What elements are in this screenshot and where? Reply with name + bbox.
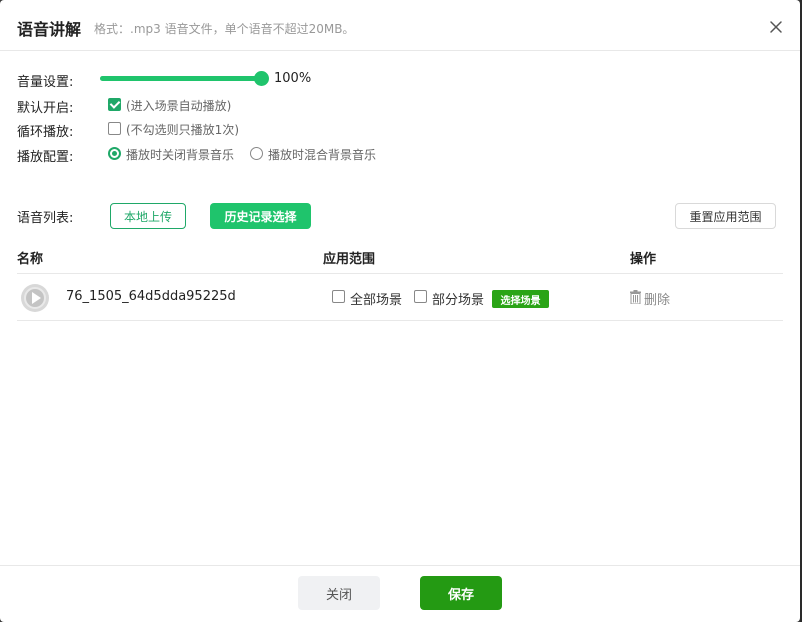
playback-radio-close-bgm[interactable] [108,147,121,160]
dialog-header: 语音讲解 格式：.mp3 语音文件，单个语音不超过20MB。 [0,0,800,51]
all-scenes-label[interactable]: 全部场景 [350,289,402,308]
column-header-actions: 操作 [630,252,657,267]
volume-slider-thumb[interactable] [254,71,269,86]
loop-label: 循环播放: [17,125,74,140]
dialog-title: 语音讲解 [17,20,82,39]
autoplay-checkbox[interactable] [108,98,121,111]
table-row-divider [17,320,783,321]
voice-guide-dialog: 语音讲解 格式：.mp3 语音文件，单个语音不超过20MB。 音量设置: 100… [0,0,800,622]
reset-scope-button[interactable]: 重置应用范围 [675,203,776,229]
volume-slider-fill [100,76,260,81]
partial-scenes-checkbox[interactable] [414,290,427,303]
trash-icon[interactable] [630,290,641,304]
select-scene-button[interactable]: 选择场景 [492,290,549,308]
volume-value: 100% [274,71,312,86]
playback-option-mix-bgm[interactable]: 播放时混合背景音乐 [268,146,376,163]
dialog-footer [0,565,800,622]
save-button[interactable]: 保存 [420,576,502,610]
autoplay-hint: (进入场景自动播放) [126,99,232,113]
volume-label: 音量设置: [17,75,74,90]
column-header-scope: 应用范围 [323,252,376,267]
column-header-name: 名称 [17,252,44,267]
loop-hint: (不勾选则只播放1次) [126,123,239,137]
close-button[interactable]: 关闭 [298,576,380,610]
local-upload-button[interactable]: 本地上传 [110,203,186,229]
volume-slider-track[interactable] [100,76,260,81]
history-select-button[interactable]: 历史记录选择 [210,203,311,229]
playback-option-close-bgm[interactable]: 播放时关闭背景音乐 [126,146,234,163]
table-header-divider [17,273,783,274]
playback-label: 播放配置: [17,150,74,165]
play-icon-triangle [32,292,41,304]
partial-scenes-label[interactable]: 部分场景 [432,289,484,308]
voice-list-label: 语音列表: [17,211,74,226]
close-icon[interactable] [768,19,784,35]
voice-file-name: 76_1505_64d5dda95225d [66,289,236,304]
delete-link[interactable]: 删除 [644,289,670,308]
play-icon[interactable] [21,284,49,312]
playback-radio-mix-bgm[interactable] [250,147,263,160]
dialog-subtitle: 格式：.mp3 语音文件，单个语音不超过20MB。 [94,22,355,36]
all-scenes-checkbox[interactable] [332,290,345,303]
autoplay-label: 默认开启: [17,101,74,116]
loop-checkbox[interactable] [108,122,121,135]
